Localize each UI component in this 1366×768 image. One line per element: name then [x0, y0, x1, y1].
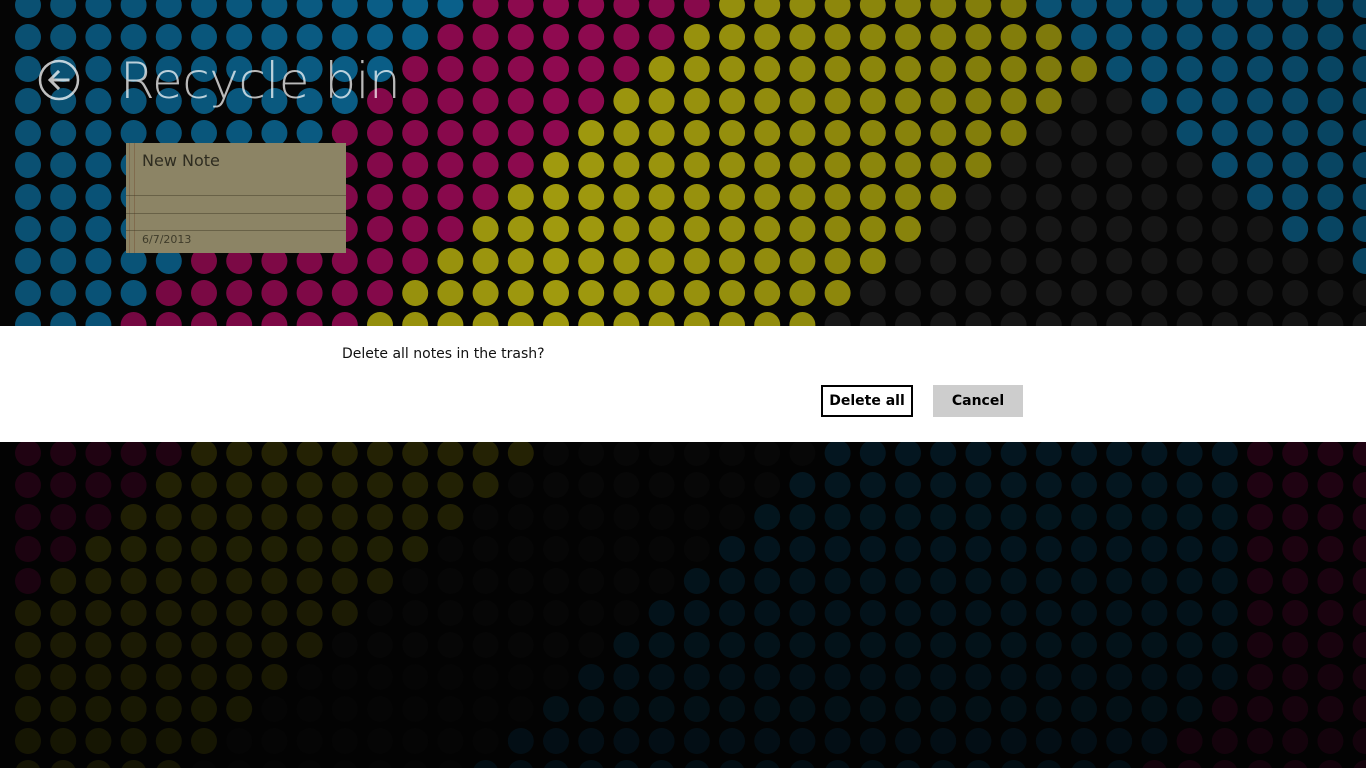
- back-button[interactable]: [38, 59, 80, 101]
- delete-all-button[interactable]: Delete all: [821, 385, 913, 417]
- note-title: New Note: [142, 151, 220, 170]
- back-arrow-icon: [38, 59, 80, 101]
- confirm-dialog: Delete all notes in the trash? Delete al…: [0, 326, 1366, 442]
- note-date: 6/7/2013: [142, 233, 192, 246]
- cancel-button[interactable]: Cancel: [933, 385, 1023, 417]
- page-title: Recycle bin: [120, 52, 401, 110]
- dialog-message: Delete all notes in the trash?: [342, 346, 545, 362]
- background-dim-overlay: [0, 442, 1366, 768]
- note-tile[interactable]: New Note 6/7/2013: [126, 143, 346, 253]
